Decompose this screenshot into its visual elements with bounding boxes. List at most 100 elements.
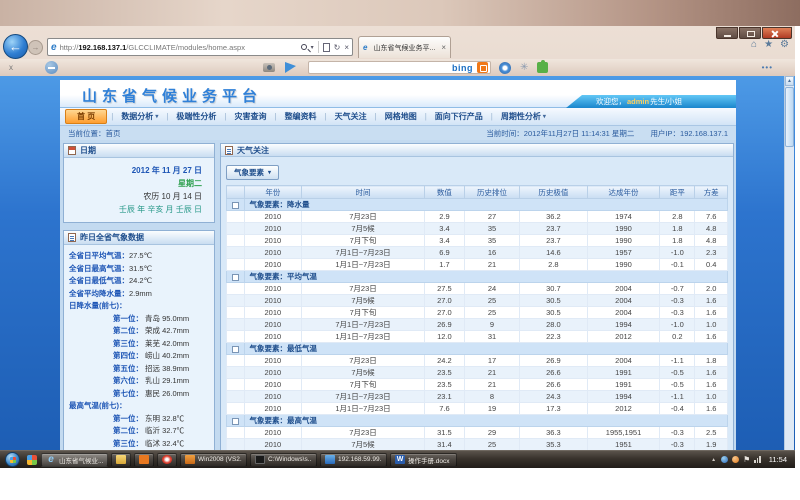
- page-scrollbar[interactable]: ▲ ▼: [784, 76, 794, 468]
- menu-item[interactable]: 数据分析▾: [113, 110, 166, 123]
- network-icon[interactable]: [721, 456, 728, 463]
- browser-tab[interactable]: e 山东省气候业务平... ×: [358, 36, 451, 58]
- taskbar-window-button[interactable]: W操作手册.docx ...: [390, 453, 457, 467]
- column-header[interactable]: 数值: [424, 186, 464, 199]
- toolbar-close-icon[interactable]: x: [9, 63, 13, 72]
- search-dropdown-icon[interactable]: ▾: [311, 44, 314, 51]
- table-row[interactable]: 20107月23日27.52430.72004-0.72.0: [227, 283, 728, 295]
- menu-item[interactable]: 整编资料: [277, 110, 325, 123]
- favorites-star-icon[interactable]: ★: [764, 39, 773, 50]
- stop-button[interactable]: ×: [344, 43, 349, 52]
- table-row[interactable]: 20107月23日2.92736.219742.87.6: [227, 211, 728, 223]
- group-row[interactable]: 气象要素：降水量: [227, 199, 728, 211]
- taskbar-window-button[interactable]: [111, 453, 131, 467]
- rank-row: 第二位：临沂 32.7℃: [69, 425, 212, 438]
- rank-value: 青岛 95.0mm: [143, 313, 189, 326]
- table-row[interactable]: 20107月1日~7月23日6.91614.61957-1.02.3: [227, 247, 728, 259]
- menu-item[interactable]: 网格地图: [377, 110, 425, 123]
- user-ip: 用户IP：192.168.137.1: [650, 128, 728, 139]
- taskbar-window-button[interactable]: C:\Windows\s...: [250, 453, 317, 467]
- table-cell: 1.6: [695, 367, 728, 379]
- taskbar-window-button[interactable]: [157, 453, 177, 467]
- tab-close-icon[interactable]: ×: [441, 43, 446, 52]
- table-row[interactable]: 20107月5候27.02530.52004-0.31.6: [227, 295, 728, 307]
- menu-item[interactable]: 面向下行产品: [427, 110, 491, 123]
- toolbar-overflow-icon[interactable]: •••: [762, 63, 773, 72]
- column-header[interactable]: 达成年份: [587, 186, 660, 199]
- group-checkbox[interactable]: [232, 274, 239, 281]
- toolbar-search-box[interactable]: bing: [308, 61, 491, 74]
- column-header[interactable]: 距平: [660, 186, 695, 199]
- signal-bars-icon[interactable]: [754, 456, 762, 463]
- table-cell: 30.5: [520, 307, 588, 319]
- taskbar-window-label: C:\Windows\s...: [268, 456, 312, 463]
- taskbar-window-button[interactable]: Win2008 (VS2...: [180, 453, 247, 467]
- table-row[interactable]: 20101月1日~7月23日7.61917.32012-0.41.6: [227, 403, 728, 415]
- rank-value: 乳山 29.1mm: [143, 375, 189, 388]
- taskbar-window-button[interactable]: e山东省气候业...: [41, 453, 108, 467]
- group-checkbox[interactable]: [232, 346, 239, 353]
- search-icon[interactable]: [301, 44, 307, 50]
- blocker-icon[interactable]: [45, 61, 58, 74]
- menu-item[interactable]: 灾害查询: [226, 110, 274, 123]
- update-icon[interactable]: [732, 456, 739, 463]
- action-center-flag-icon[interactable]: ⚑: [743, 455, 750, 464]
- current-time: 当前时间：2012年11月27日 11:14:31 星期二: [486, 128, 634, 139]
- table-row[interactable]: 20107月23日31.52936.31955,1951-0.32.5: [227, 427, 728, 439]
- table-row[interactable]: 20107月23日24.21726.92004-1.11.8: [227, 355, 728, 367]
- media-disc-icon[interactable]: [499, 62, 511, 74]
- column-header[interactable]: 年份: [244, 186, 302, 199]
- menu-item[interactable]: 首 页: [65, 109, 107, 124]
- back-button[interactable]: ←: [3, 34, 28, 59]
- column-header[interactable]: 时间: [302, 186, 425, 199]
- addon-puzzle-icon[interactable]: [537, 62, 548, 73]
- taskbar-clock[interactable]: 11:54: [769, 455, 787, 464]
- menu-item[interactable]: 周期性分析▾: [493, 110, 554, 123]
- start-button[interactable]: [5, 452, 20, 467]
- menu-item-label: 灾害查询: [234, 111, 266, 122]
- group-row[interactable]: 气象要素：平均气温: [227, 271, 728, 283]
- group-checkbox[interactable]: [232, 418, 239, 425]
- group-row[interactable]: 气象要素：最高气温: [227, 415, 728, 427]
- address-bar[interactable]: e http://192.168.137.1/GLCCLIMATE/module…: [47, 38, 353, 56]
- table-row[interactable]: 20101月1日~7月23日12.03122.320120.21.6: [227, 331, 728, 343]
- column-header[interactable]: 历史排位: [464, 186, 519, 199]
- group-row[interactable]: 气象要素：最低气温: [227, 343, 728, 355]
- table-row[interactable]: 20101月1日~7月23日1.7212.81990-0.10.4: [227, 259, 728, 271]
- show-hidden-icons-arrow[interactable]: ▲: [711, 457, 716, 463]
- scroll-up-icon[interactable]: ▲: [785, 76, 794, 86]
- row-checkbox-cell: [227, 427, 245, 439]
- send-plane-icon[interactable]: [285, 62, 296, 73]
- home-icon[interactable]: ⌂: [751, 39, 757, 50]
- taskbar-window-button[interactable]: [134, 453, 154, 467]
- table-cell: 1.6: [695, 307, 728, 319]
- element-dropdown-button[interactable]: 气象要素 ▾: [226, 165, 279, 180]
- table-row[interactable]: 20107月下旬3.43523.719901.84.8: [227, 235, 728, 247]
- screenshot-camera-icon[interactable]: [263, 63, 275, 72]
- media-center-icon[interactable]: [27, 455, 37, 465]
- taskbar-window-button[interactable]: 192.168.59.99...: [320, 453, 387, 467]
- scrollbar-thumb[interactable]: [785, 87, 794, 147]
- sparkle-icon[interactable]: ✳: [520, 62, 528, 73]
- table-cell: 2012: [587, 403, 660, 415]
- group-checkbox[interactable]: [232, 202, 239, 209]
- refresh-button[interactable]: ↻: [334, 43, 341, 52]
- column-header[interactable]: 历史极值: [520, 186, 588, 199]
- row-checkbox-cell: [227, 235, 245, 247]
- table-row[interactable]: 20107月5候23.52126.61991-0.51.6: [227, 367, 728, 379]
- table-cell: 7月1日~7月23日: [302, 391, 425, 403]
- compatibility-view-icon[interactable]: [323, 43, 330, 52]
- forward-button[interactable]: →: [28, 40, 43, 55]
- column-header[interactable]: 方差: [695, 186, 728, 199]
- weather-table: 年份时间数值历史排位历史极值达成年份距平方差气象要素：降水量20107月23日2…: [226, 185, 728, 467]
- table-row[interactable]: 20107月1日~7月23日23.1824.31994-1.11.0: [227, 391, 728, 403]
- table-row[interactable]: 20107月5候3.43523.719901.84.8: [227, 223, 728, 235]
- table-row[interactable]: 20107月下旬27.02530.52004-0.31.6: [227, 307, 728, 319]
- settings-gear-icon[interactable]: ⚙: [780, 39, 789, 50]
- menu-item[interactable]: 极端性分析: [168, 110, 224, 123]
- table-row[interactable]: 20107月1日~7月23日26.9928.01994-1.01.0: [227, 319, 728, 331]
- table-cell: 7月5候: [302, 223, 425, 235]
- toolbar-search-button-icon[interactable]: [477, 62, 488, 73]
- table-row[interactable]: 20107月下旬23.52126.61991-0.51.6: [227, 379, 728, 391]
- menu-item[interactable]: 天气关注: [327, 110, 375, 123]
